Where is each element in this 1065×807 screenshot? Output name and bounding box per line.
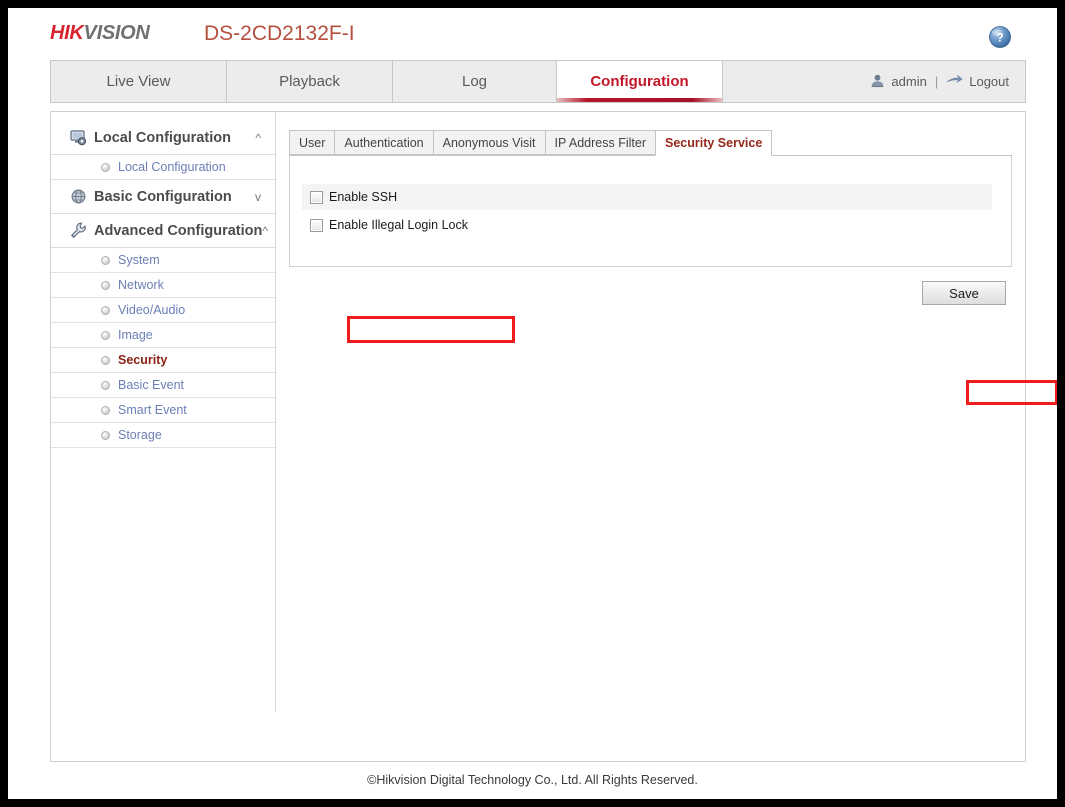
logo-vision-text: VISION <box>84 22 150 44</box>
sidebar-group-local-configuration[interactable]: Local Configuration ^ <box>51 121 275 155</box>
page-header: HIKVISION DS-2CD2132F-I ? <box>8 8 1057 56</box>
option-row-enable-ssh: Enable SSH <box>302 184 992 210</box>
nav-tab-configuration[interactable]: Configuration <box>557 61 723 102</box>
enable-illegal-login-lock-checkbox[interactable] <box>310 219 323 232</box>
enable-illegal-login-lock-label: Enable Illegal Login Lock <box>329 218 468 232</box>
sidebar-group-advanced-configuration[interactable]: Advanced Configuration ^ <box>51 214 275 248</box>
sidebar-item-local-configuration[interactable]: Local Configuration <box>51 155 275 180</box>
save-button[interactable]: Save <box>922 281 1006 305</box>
option-row-enable-illegal-login-lock: Enable Illegal Login Lock <box>302 212 992 238</box>
sidebar-item-smart-event[interactable]: Smart Event <box>51 398 275 423</box>
sidebar-item-system[interactable]: System <box>51 248 275 273</box>
sidebar-item-label: Security <box>118 353 167 367</box>
bullet-icon <box>101 381 110 390</box>
security-tabstrip: User Authentication Anonymous Visit IP A… <box>289 130 1012 156</box>
sidebar-item-label: Storage <box>118 428 162 442</box>
nav-tab-log[interactable]: Log <box>393 61 557 102</box>
chevron-up-icon[interactable]: ^ <box>255 132 261 144</box>
configuration-content: User Authentication Anonymous Visit IP A… <box>277 112 1026 762</box>
wrench-icon <box>70 222 87 239</box>
tab-user[interactable]: User <box>289 130 334 155</box>
sidebar-item-network[interactable]: Network <box>51 273 275 298</box>
globe-gear-icon <box>70 188 87 205</box>
enable-ssh-checkbox[interactable] <box>310 191 323 204</box>
tab-authentication[interactable]: Authentication <box>334 130 432 155</box>
nav-tab-playback[interactable]: Playback <box>227 61 393 102</box>
browser-page: HIKVISION DS-2CD2132F-I ? Live View Play… <box>8 8 1057 799</box>
sidebar-item-label: Image <box>118 328 153 342</box>
bullet-icon <box>101 256 110 265</box>
security-service-panel: Enable SSH Enable Illegal Login Lock <box>289 156 1012 267</box>
user-session-area: admin | Logout <box>870 61 1017 102</box>
sidebar-item-security[interactable]: Security <box>51 348 275 373</box>
sidebar-item-basic-event[interactable]: Basic Event <box>51 373 275 398</box>
sidebar-item-label: Basic Event <box>118 378 184 392</box>
bullet-icon <box>101 281 110 290</box>
main-panel: Local Configuration ^ Local Configuratio… <box>50 111 1026 762</box>
monitor-gear-icon <box>70 129 87 146</box>
enable-ssh-label: Enable SSH <box>329 190 397 204</box>
sidebar-item-label: Smart Event <box>118 403 187 417</box>
logo-hik-text: HIK <box>50 22 84 44</box>
tab-ip-address-filter[interactable]: IP Address Filter <box>545 130 655 155</box>
user-separator: | <box>935 74 938 89</box>
footer-copyright: ©Hikvision Digital Technology Co., Ltd. … <box>8 773 1057 787</box>
bullet-icon <box>101 406 110 415</box>
logout-link[interactable]: Logout <box>969 74 1009 89</box>
bullet-icon <box>101 331 110 340</box>
sidebar-item-label: System <box>118 253 160 267</box>
hikvision-logo: HIKVISION <box>50 22 150 45</box>
sidebar-item-label: Video/Audio <box>118 303 185 317</box>
bullet-icon <box>101 431 110 440</box>
sidebar-group-label: Basic Configuration <box>94 189 232 205</box>
logout-arrow-icon[interactable] <box>946 74 963 90</box>
username-label: admin <box>891 74 926 89</box>
sidebar-item-label: Network <box>118 278 164 292</box>
sidebar-item-image[interactable]: Image <box>51 323 275 348</box>
tab-security-service[interactable]: Security Service <box>655 130 772 156</box>
chevron-down-icon[interactable]: v <box>255 191 261 203</box>
sidebar-item-label: Local Configuration <box>118 160 226 174</box>
tab-anonymous-visit[interactable]: Anonymous Visit <box>433 130 545 155</box>
nav-tab-live-view[interactable]: Live View <box>51 61 227 102</box>
sidebar-group-label: Local Configuration <box>94 130 231 146</box>
bullet-icon <box>101 306 110 315</box>
configuration-sidebar: Local Configuration ^ Local Configuratio… <box>51 112 276 712</box>
sidebar-item-video-audio[interactable]: Video/Audio <box>51 298 275 323</box>
chevron-up-icon[interactable]: ^ <box>262 225 268 237</box>
device-model-title: DS-2CD2132F-I <box>204 22 355 46</box>
svg-text:?: ? <box>996 31 1003 45</box>
main-navigation: Live View Playback Log Configuration adm… <box>50 60 1026 103</box>
bullet-icon <box>101 356 110 365</box>
sidebar-group-label: Advanced Configuration <box>94 223 262 239</box>
sidebar-item-storage[interactable]: Storage <box>51 423 275 448</box>
user-avatar-icon <box>870 73 885 91</box>
sidebar-group-basic-configuration[interactable]: Basic Configuration v <box>51 180 275 214</box>
save-button-row: Save <box>289 281 1012 307</box>
bullet-icon <box>101 163 110 172</box>
help-question-icon[interactable]: ? <box>988 25 1012 49</box>
